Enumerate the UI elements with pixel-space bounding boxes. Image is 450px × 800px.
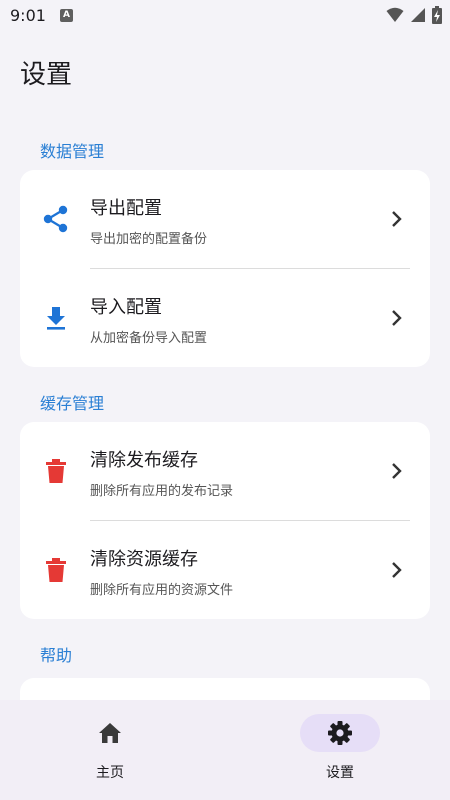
card-cache-management: 清除发布缓存 删除所有应用的发布记录 清除资源缓存 删除所有应用的资源文件 [20, 422, 430, 619]
share-icon [42, 205, 70, 233]
import-config-item[interactable]: 导入配置 从加密备份导入配置 [20, 269, 430, 367]
page-title: 设置 [20, 60, 73, 90]
chevron-right-icon [392, 463, 402, 479]
wifi-icon [386, 7, 404, 22]
download-icon [42, 304, 70, 332]
clear-publish-cache-title: 清除发布缓存 [90, 450, 198, 471]
bottom-nav: 主页 设置 [0, 700, 450, 800]
signal-icon [411, 8, 425, 22]
clear-resource-cache-title: 清除资源缓存 [90, 549, 198, 570]
status-icons [386, 6, 442, 24]
chevron-right-icon [392, 310, 402, 326]
battery-icon [432, 6, 442, 24]
section-label-help: 帮助 [40, 646, 73, 665]
export-config-subtitle: 导出加密的配置备份 [90, 232, 208, 247]
home-icon [99, 723, 121, 743]
chevron-right-icon [392, 562, 402, 578]
nav-pill-settings [300, 714, 380, 752]
import-config-subtitle: 从加密备份导入配置 [90, 331, 208, 346]
status-bar: 9:01 A [0, 0, 450, 30]
nav-pill-home [70, 714, 150, 752]
clear-resource-cache-item[interactable]: 清除资源缓存 删除所有应用的资源文件 [20, 521, 430, 619]
notification-icon: A [59, 8, 73, 22]
card-data-management: 导出配置 导出加密的配置备份 导入配置 从加密备份导入配置 [20, 170, 430, 367]
trash-icon [42, 556, 70, 584]
nav-label-settings: 设置 [326, 765, 354, 781]
section-label-cache: 缓存管理 [40, 394, 105, 413]
clear-publish-cache-subtitle: 删除所有应用的发布记录 [90, 484, 234, 499]
nav-item-settings[interactable]: 设置 [280, 714, 400, 794]
clear-resource-cache-subtitle: 删除所有应用的资源文件 [90, 583, 234, 598]
export-config-title: 导出配置 [90, 198, 162, 219]
trash-icon [42, 457, 70, 485]
import-config-title: 导入配置 [90, 297, 162, 318]
chevron-right-icon [392, 211, 402, 227]
gear-icon [328, 721, 352, 745]
section-label-data: 数据管理 [40, 142, 105, 161]
nav-label-home: 主页 [96, 765, 124, 781]
status-time: 9:01 [10, 5, 46, 25]
clear-publish-cache-item[interactable]: 清除发布缓存 删除所有应用的发布记录 [20, 422, 430, 520]
export-config-item[interactable]: 导出配置 导出加密的配置备份 [20, 170, 430, 268]
nav-item-home[interactable]: 主页 [50, 714, 170, 794]
